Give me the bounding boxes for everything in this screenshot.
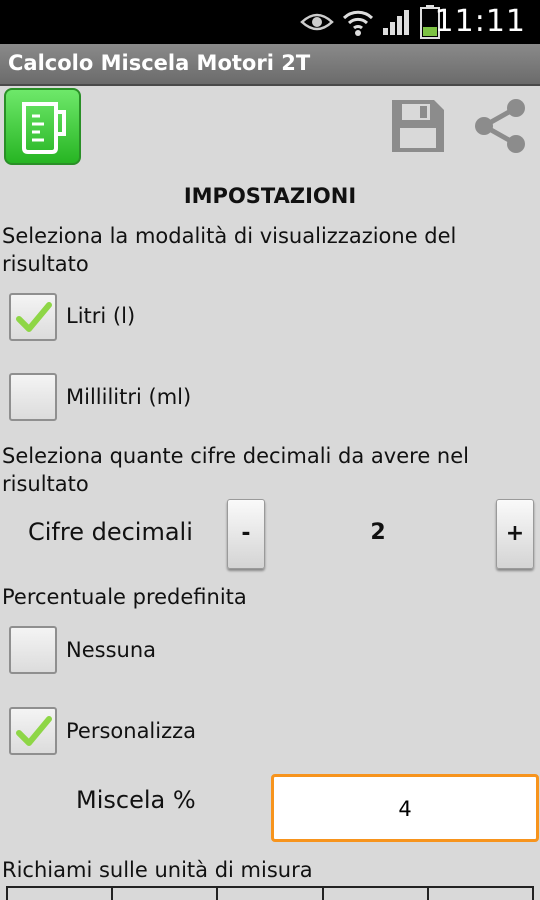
share-icon: [475, 99, 525, 153]
decimals-increment-button[interactable]: +: [496, 499, 534, 569]
floppy-disk-icon: [392, 100, 444, 152]
beaker-icon: [22, 102, 66, 154]
mix-percent-input[interactable]: [271, 774, 539, 842]
decimals-value: 2: [370, 520, 386, 545]
beaker-logo[interactable]: [4, 88, 81, 165]
wifi-icon: [342, 10, 374, 36]
save-button[interactable]: [388, 96, 448, 160]
eye-icon: [300, 13, 334, 31]
none-checkbox[interactable]: [9, 626, 57, 674]
table-cell: [429, 888, 532, 900]
none-label: Nessuna: [66, 638, 156, 662]
status-time: 11:11: [434, 4, 526, 39]
units-section-title: Richiami sulle unità di misura: [2, 858, 313, 882]
table-cell: [324, 888, 429, 900]
checkmark-icon: [16, 716, 52, 746]
custom-label: Personalizza: [66, 719, 197, 743]
decimals-label: Cifre decimali: [28, 518, 193, 546]
status-bar: 11:11: [0, 0, 540, 44]
decimals-prompt: Seleziona quante cifre decimali da avere…: [2, 444, 469, 496]
signal-icon: [383, 10, 409, 35]
liters-checkbox[interactable]: [9, 293, 57, 341]
milliliters-checkbox[interactable]: [9, 373, 57, 421]
default-percentage-prompt: Percentuale predefinita: [2, 585, 247, 609]
title-bar: Calcolo Miscela Motori 2T: [0, 44, 540, 86]
mix-percent-label: Miscela %: [76, 786, 196, 814]
custom-checkbox[interactable]: [9, 707, 57, 755]
checkmark-icon: [16, 302, 52, 332]
units-table: [6, 886, 534, 900]
app-title: Calcolo Miscela Motori 2T: [8, 51, 311, 75]
milliliters-label: Millilitri (ml): [66, 385, 192, 409]
table-cell: [218, 888, 324, 900]
decimals-decrement-button[interactable]: -: [227, 499, 265, 569]
table-cell: [113, 888, 219, 900]
page-title: IMPOSTAZIONI: [183, 184, 357, 208]
share-button[interactable]: [470, 96, 530, 160]
display-mode-prompt: Seleziona la modalità di visualizzazione…: [2, 224, 457, 276]
table-cell: [8, 888, 114, 900]
liters-label: Litri (l): [66, 304, 136, 328]
